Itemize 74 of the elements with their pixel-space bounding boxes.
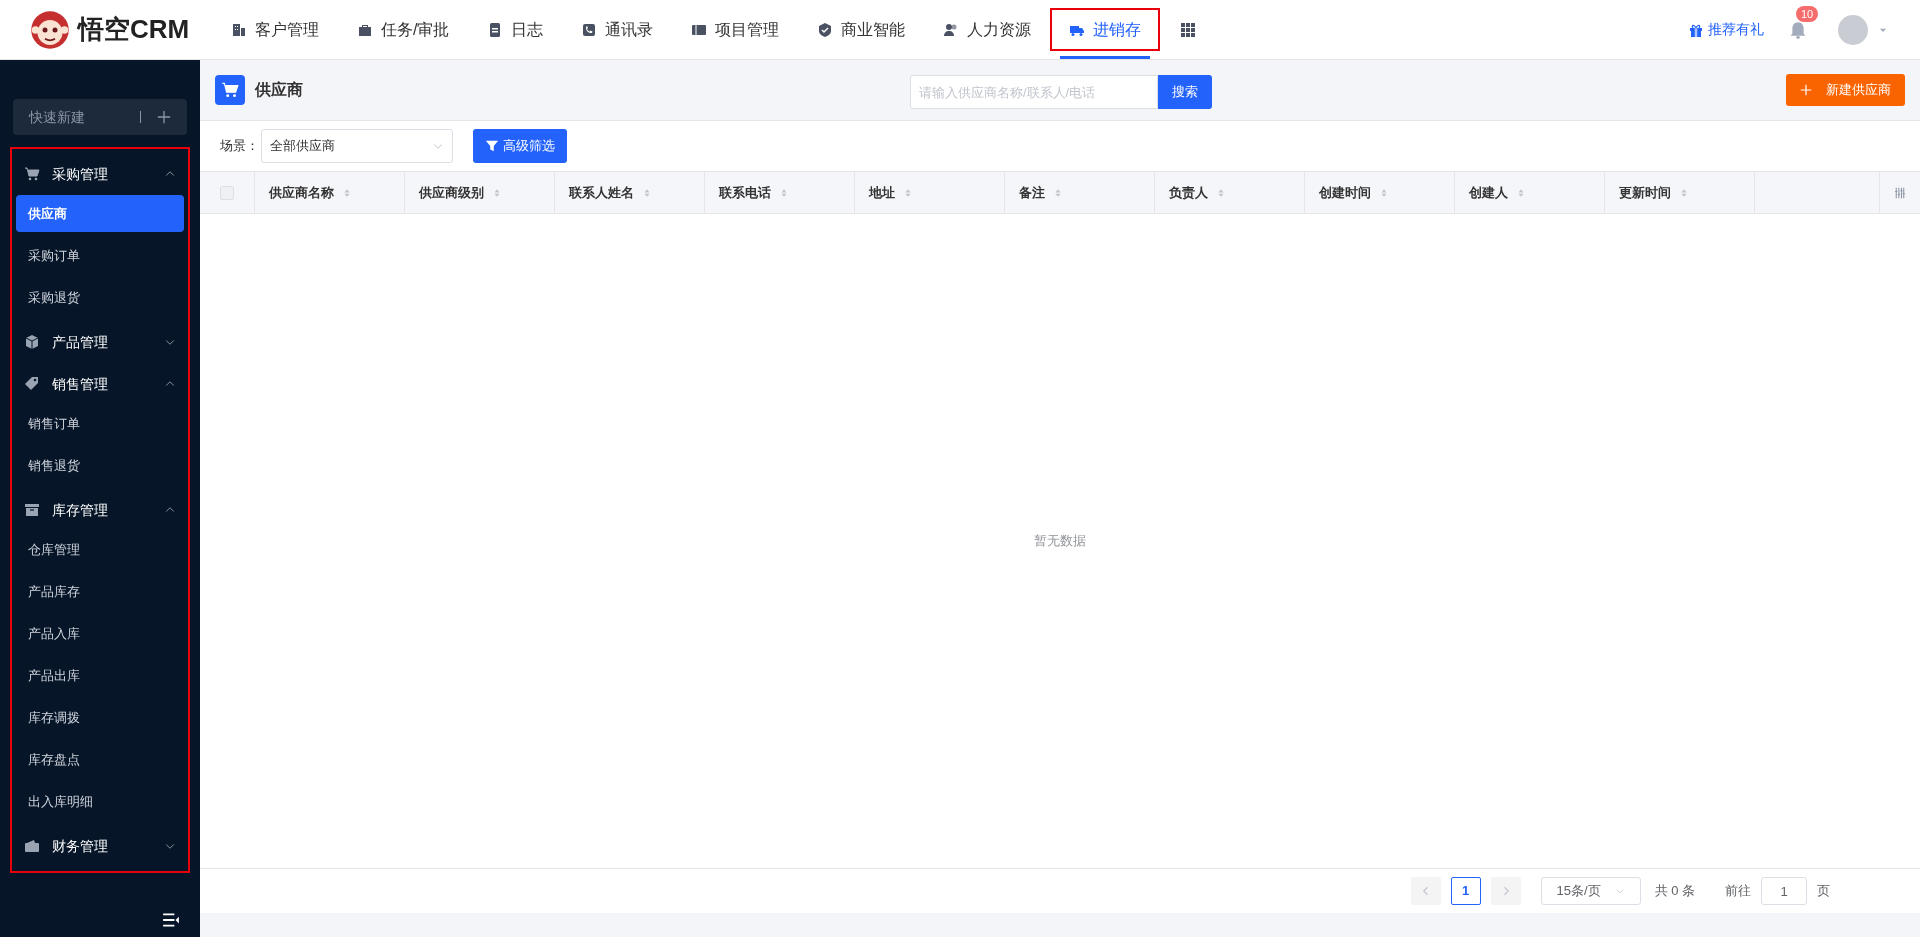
chevron-down-icon [1614, 886, 1625, 896]
tag-icon [24, 376, 40, 392]
search-button[interactable]: 搜索 [1158, 75, 1212, 109]
page-number-button[interactable]: 1 [1450, 877, 1481, 905]
column-header[interactable]: 创建时间 [1305, 172, 1455, 213]
sidebar-group[interactable]: 库存管理 [10, 489, 190, 531]
sidebar-item[interactable]: 供应商 [16, 195, 184, 232]
sidebar-item[interactable]: 产品库存 [16, 573, 184, 610]
sidebar-item[interactable]: 产品入库 [16, 615, 184, 652]
page-suffix: 页 [1817, 882, 1830, 901]
nav-tab[interactable]: 项目管理 [672, 0, 799, 59]
nav-tab[interactable]: 任务/审批 [338, 0, 469, 59]
nav-tab[interactable]: 人力资源 [924, 0, 1051, 59]
sidebar-item[interactable]: 销售退货 [16, 447, 184, 484]
avatar[interactable] [1838, 14, 1868, 45]
goto-label: 前往 [1725, 882, 1751, 901]
search-field[interactable]: 请输入供应商名称/联系人/电话 [910, 75, 1158, 109]
nav-tab[interactable]: 日志 [468, 0, 563, 59]
sidebar-item[interactable]: 产品出库 [16, 657, 184, 694]
page-size-select[interactable]: 15条/页 [1540, 877, 1641, 905]
phone-icon [581, 21, 598, 38]
nav-tab[interactable]: 客户管理 [212, 0, 338, 59]
sidebar-item[interactable]: 库存调拨 [16, 699, 184, 736]
sidebar-item[interactable]: 库存盘点 [16, 741, 184, 778]
column-settings-icon [1894, 186, 1906, 199]
previous-page-button[interactable] [1410, 877, 1441, 905]
collapse-button[interactable] [160, 911, 182, 929]
sidebar-group[interactable]: 产品管理 [10, 321, 190, 363]
column-header[interactable]: 备注 [1005, 172, 1155, 213]
sidebar-group[interactable]: 财务管理 [10, 825, 190, 867]
sidebar-item[interactable]: 出入库明细 [16, 783, 184, 820]
column-header[interactable]: 联系电话 [705, 172, 855, 213]
goto-page-field[interactable]: 1 [1761, 877, 1807, 905]
plus-icon [1800, 84, 1812, 96]
quick-create-button[interactable]: 快速新建 [13, 99, 187, 135]
cart-icon [221, 81, 239, 99]
grid-icon [1180, 21, 1197, 38]
notification-badge: 10 [1796, 5, 1819, 22]
column-header[interactable]: 更新时间 [1605, 172, 1755, 213]
sidebar-item[interactable]: 采购订单 [16, 237, 184, 274]
cart-icon [24, 166, 40, 182]
filter-icon [485, 139, 499, 153]
empty-message: 暂无数据 [1034, 532, 1086, 551]
brand-name: 悟空CRM [78, 13, 190, 46]
nav-tab[interactable]: 商业智能 [798, 0, 925, 59]
sidebar-item[interactable]: 仓库管理 [16, 531, 184, 568]
menu-collapse-icon [160, 911, 182, 929]
scene-label: 场景： [220, 137, 259, 156]
sidebar-group[interactable]: 销售管理 [10, 363, 190, 405]
column-header[interactable]: 负责人 [1155, 172, 1305, 213]
advanced-filter-button[interactable]: 高级筛选 [473, 129, 567, 163]
column-header[interactable]: 供应商名称 [255, 172, 405, 213]
scene-select[interactable]: 全部供应商 [261, 129, 453, 163]
column-header[interactable]: 供应商级别 [405, 172, 555, 213]
monkey-logo-icon [30, 9, 70, 50]
cube-icon [24, 334, 40, 350]
total-count: 共 0 条 [1654, 882, 1695, 901]
sidebar-item[interactable]: 销售订单 [16, 405, 184, 442]
column-header[interactable]: 联系人姓名 [555, 172, 705, 213]
sidebar-item[interactable]: 采购退货 [16, 279, 184, 316]
archive-icon [24, 502, 40, 518]
building-icon [231, 21, 247, 38]
bell-icon [1789, 20, 1807, 39]
shield-icon [817, 21, 834, 38]
plus-icon [157, 110, 171, 124]
next-page-button[interactable] [1490, 877, 1521, 905]
column-header[interactable]: 创建人 [1455, 172, 1605, 213]
page-title: 供应商 [255, 80, 303, 100]
sidebar-group[interactable]: 采购管理 [10, 153, 190, 195]
nav-tab[interactable]: 通讯录 [562, 0, 673, 59]
gift-link[interactable]: 推荐有礼 [1688, 19, 1764, 40]
column-header[interactable]: 地址 [855, 172, 1005, 213]
select-all-checkbox[interactable] [220, 185, 234, 200]
wallet-icon [24, 838, 40, 854]
